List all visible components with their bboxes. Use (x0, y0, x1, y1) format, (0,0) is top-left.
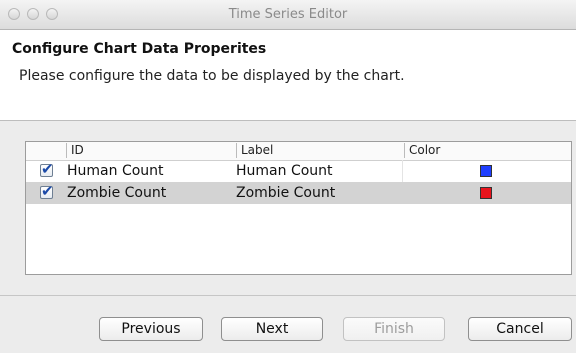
finish-button[interactable]: Finish (343, 317, 445, 341)
page-description: Please configure the data to be displaye… (19, 68, 405, 84)
column-header-label[interactable]: Label (236, 143, 407, 158)
row-color-swatch[interactable] (480, 187, 492, 199)
cancel-button[interactable]: Cancel (468, 317, 572, 341)
row-id: Zombie Count (67, 185, 167, 201)
column-header-color[interactable]: Color (404, 143, 569, 158)
title-bar: Time Series Editor (0, 0, 576, 30)
table-row[interactable]: Human Count Human Count (26, 160, 571, 182)
wizard-header: Configure Chart Data Properites Please c… (0, 30, 576, 121)
row-label[interactable]: Zombie Count (236, 185, 335, 201)
column-header-id[interactable]: ID (66, 143, 237, 158)
row-checkbox[interactable] (40, 160, 54, 178)
button-bar-separator (0, 295, 576, 296)
row-id: Human Count (67, 163, 164, 179)
row-color-swatch[interactable] (480, 165, 492, 177)
row-label[interactable]: Human Count (236, 163, 333, 179)
series-table: ID Label Color Human Count Human Count Z… (25, 141, 572, 275)
next-button[interactable]: Next (221, 317, 323, 341)
table-row[interactable]: Zombie Count Zombie Count (26, 182, 571, 204)
page-title: Configure Chart Data Properites (12, 41, 267, 57)
row-checkbox[interactable] (40, 182, 54, 200)
window-title: Time Series Editor (228, 7, 348, 22)
previous-button[interactable]: Previous (99, 317, 203, 341)
table-header: ID Label Color (26, 142, 571, 161)
